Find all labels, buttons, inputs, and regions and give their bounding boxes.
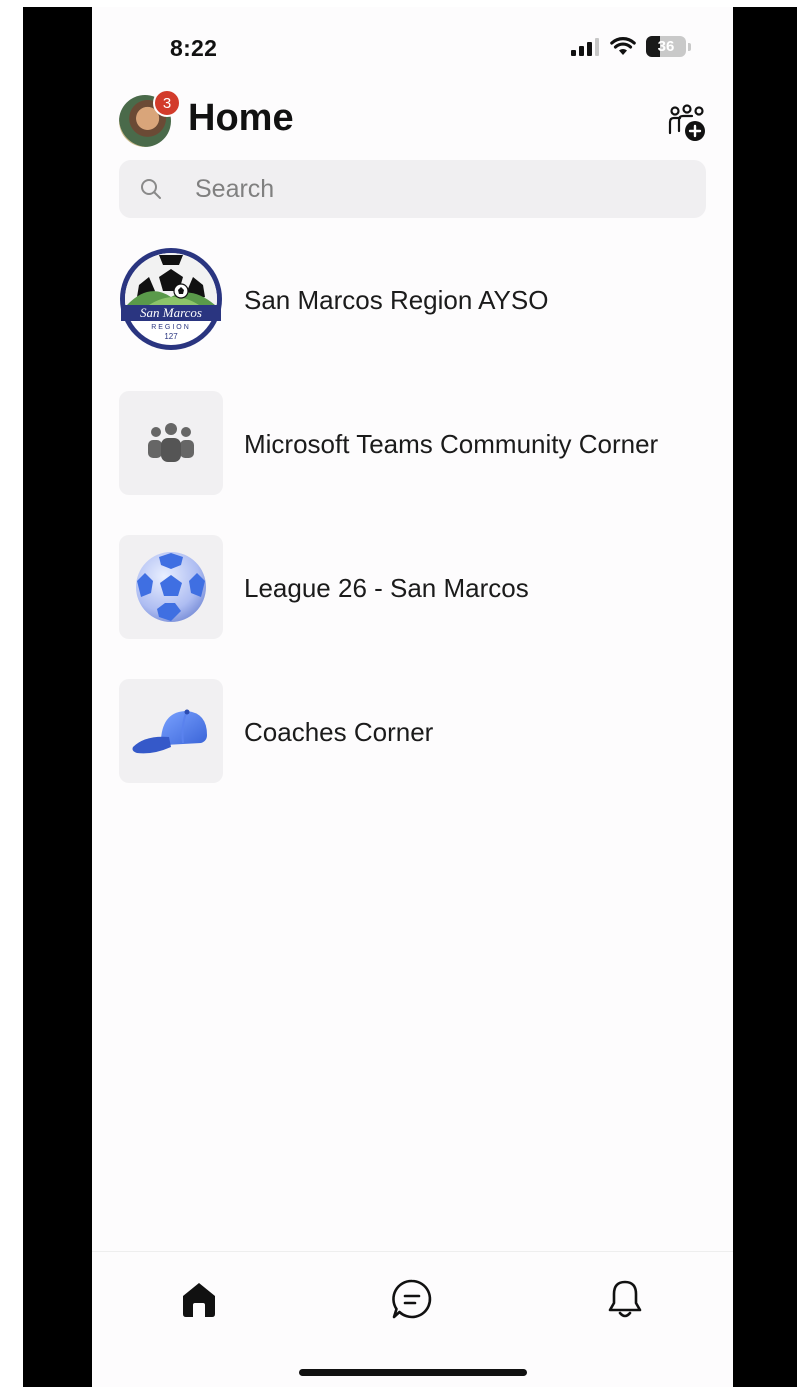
left-letterbox: [23, 7, 92, 1387]
team-avatar: [119, 535, 223, 639]
team-name: League 26 - San Marcos: [244, 573, 529, 603]
nav-home-button[interactable]: [174, 1274, 224, 1324]
team-item-san-marcos-region-ayso[interactable]: San Marcos REGION 127 San Marcos Region …: [92, 247, 733, 391]
phone-screen: 8:22 36 3 Home Search San Marcos REGION …: [92, 7, 733, 1387]
right-letterbox: [733, 7, 797, 1387]
bell-icon: [608, 1280, 642, 1318]
home-indicator: [299, 1369, 527, 1376]
people-add-icon: [668, 104, 705, 141]
status-icons: 36: [570, 36, 691, 57]
team-item-coaches-corner[interactable]: Coaches Corner: [92, 679, 733, 823]
team-logo: San Marcos REGION 127: [119, 247, 223, 351]
signal-icon: [571, 37, 599, 56]
team-name: Coaches Corner: [244, 717, 434, 747]
team-avatar: [119, 679, 223, 783]
bottom-nav: [92, 1251, 733, 1387]
status-time: 8:22: [170, 35, 218, 61]
logo-sub: REGION: [151, 324, 191, 331]
search-icon: [141, 179, 161, 199]
nav-activity-button[interactable]: [600, 1274, 650, 1324]
people-group-icon: [148, 423, 194, 462]
team-list: San Marcos REGION 127 San Marcos Region …: [92, 247, 733, 823]
soccer-ball-icon: [136, 552, 206, 622]
battery-tip: [688, 42, 691, 51]
home-icon: [183, 1283, 215, 1317]
page-title: Home: [188, 97, 294, 139]
logo-text: San Marcos: [140, 305, 202, 320]
user-avatar[interactable]: 3: [119, 89, 181, 147]
team-avatar: [119, 391, 223, 495]
team-item-league-26-san-marcos[interactable]: League 26 - San Marcos: [92, 535, 733, 679]
team-name: San Marcos Region AYSO: [244, 285, 549, 315]
team-name: Microsoft Teams Community Corner: [244, 429, 659, 459]
nav-chat-button[interactable]: [387, 1274, 437, 1324]
search-input[interactable]: [193, 173, 677, 205]
ayso-logo-icon: San Marcos REGION 127: [120, 248, 222, 350]
search-bar[interactable]: [119, 160, 706, 218]
battery-indicator: 36: [646, 36, 686, 57]
wifi-icon: [610, 36, 636, 55]
battery-percentage: 36: [657, 38, 675, 55]
team-item-microsoft-teams-community-corner[interactable]: Microsoft Teams Community Corner: [92, 391, 733, 535]
logo-num: 127: [164, 332, 178, 341]
notification-badge: 3: [153, 89, 181, 117]
create-team-button[interactable]: [667, 103, 707, 143]
chat-icon: [392, 1279, 432, 1319]
baseball-cap-icon: [132, 709, 207, 754]
